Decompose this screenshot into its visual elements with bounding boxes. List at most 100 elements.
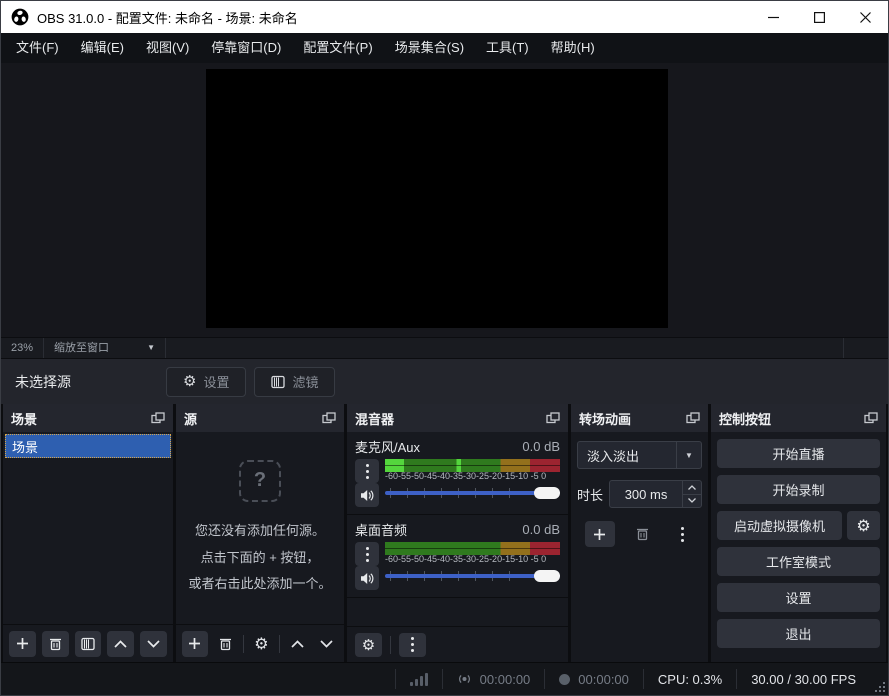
window-title: OBS 31.0.0 - 配置文件: 未命名 - 场景: 未命名 xyxy=(37,8,298,27)
sources-title: 源 xyxy=(184,409,197,428)
stream-health-section xyxy=(395,669,442,689)
divider xyxy=(279,635,280,653)
mixer-menu-button[interactable] xyxy=(399,633,426,657)
start-virtual-camera-button[interactable]: 启动虚拟摄像机 xyxy=(717,511,842,540)
filter-icon xyxy=(271,375,285,389)
stream-time-section: 00:00:00 xyxy=(442,669,545,689)
add-source-button[interactable] xyxy=(182,631,208,657)
preview-canvas[interactable] xyxy=(206,69,668,328)
fps-section: 30.00 / 30.00 FPS xyxy=(736,669,870,689)
kebab-icon xyxy=(681,527,684,542)
start-recording-button[interactable]: 开始录制 xyxy=(717,475,880,504)
sources-empty-text: 或者右击此处添加一个。 xyxy=(188,573,331,596)
gears-icon: ⚙ xyxy=(362,636,375,654)
sources-empty-state[interactable]: ? 您还没有添加任何源。 点击下面的 + 按钮， 或者右击此处添加一个。 xyxy=(176,432,344,624)
remove-scene-button[interactable] xyxy=(42,631,69,657)
source-filters-button[interactable]: 滤镜 xyxy=(254,367,335,397)
source-properties-button[interactable]: ⚙ xyxy=(250,631,273,657)
zoom-mode-label: 缩放至窗口 xyxy=(54,338,109,358)
duration-value: 300 ms xyxy=(610,487,682,502)
meter-scale: -60-55-50-45-40-35-30-25-20-15-10 -5 0 xyxy=(385,554,560,565)
channel-db: 0.0 dB xyxy=(522,522,560,537)
studio-mode-button[interactable]: 工作室模式 xyxy=(717,547,880,576)
scenes-title: 场景 xyxy=(11,409,37,428)
add-transition-button[interactable] xyxy=(585,521,615,547)
channel-menu-button[interactable] xyxy=(355,542,379,566)
chevron-up-icon xyxy=(688,485,696,490)
mixer-channel-mic: 麦克风/Aux 0.0 dB xyxy=(347,432,568,514)
maximize-button[interactable] xyxy=(796,1,842,33)
duration-input[interactable]: 300 ms xyxy=(609,480,702,508)
mixer-toolbar: ⚙ xyxy=(347,626,568,662)
remove-transition-button[interactable] xyxy=(631,521,655,547)
add-scene-button[interactable] xyxy=(9,631,36,657)
popout-icon[interactable] xyxy=(322,412,336,425)
gear-icon: ⚙ xyxy=(856,516,870,536)
chevron-down-icon xyxy=(688,498,696,503)
zoom-percent: 23% xyxy=(1,338,44,358)
menu-edit[interactable]: 编辑(E) xyxy=(70,33,135,63)
sources-empty-text: 您还没有添加任何源。 xyxy=(195,520,325,543)
scene-move-down-button[interactable] xyxy=(140,631,167,657)
obs-window: OBS 31.0.0 - 配置文件: 未命名 - 场景: 未命名 文件(F) 编… xyxy=(0,0,889,696)
menu-tools[interactable]: 工具(T) xyxy=(475,33,540,63)
gear-icon: ⚙ xyxy=(183,374,196,389)
source-properties-button[interactable]: ⚙ 设置 xyxy=(166,367,246,397)
question-mark-icon: ? xyxy=(239,460,281,502)
transition-select[interactable]: 淡入淡出 ▼ xyxy=(577,441,702,469)
channel-menu-button[interactable] xyxy=(355,459,379,483)
obs-logo-icon xyxy=(11,8,29,26)
virtual-camera-config-button[interactable]: ⚙ xyxy=(847,511,880,540)
source-move-up-button[interactable] xyxy=(286,631,309,657)
settings-button[interactable]: 设置 xyxy=(717,583,880,612)
popout-icon[interactable] xyxy=(546,412,560,425)
exit-button[interactable]: 退出 xyxy=(717,619,880,648)
trash-icon xyxy=(49,637,62,651)
menu-file[interactable]: 文件(F) xyxy=(5,33,70,63)
transitions-title: 转场动画 xyxy=(579,409,631,428)
source-filters-label: 滤镜 xyxy=(292,372,318,391)
trash-icon xyxy=(636,527,649,541)
zoom-track xyxy=(166,338,844,358)
minimize-button[interactable] xyxy=(750,1,796,33)
popout-icon[interactable] xyxy=(151,412,165,425)
spin-down-button[interactable] xyxy=(683,495,701,508)
trash-icon xyxy=(219,637,232,651)
mute-button[interactable] xyxy=(355,566,379,590)
channel-name: 麦克风/Aux xyxy=(355,437,420,456)
divider xyxy=(390,636,391,654)
advanced-audio-button[interactable]: ⚙ xyxy=(355,633,382,657)
mixer-title: 混音器 xyxy=(355,409,394,428)
scene-move-up-button[interactable] xyxy=(107,631,134,657)
zoom-mode-dropdown[interactable]: 缩放至窗口 ▼ xyxy=(44,338,166,358)
remove-source-button[interactable] xyxy=(214,631,237,657)
menu-profile[interactable]: 配置文件(P) xyxy=(292,33,383,63)
close-button[interactable] xyxy=(842,1,888,33)
spin-up-button[interactable] xyxy=(683,481,701,495)
volume-slider[interactable] xyxy=(385,485,560,501)
menu-docks[interactable]: 停靠窗口(D) xyxy=(200,33,292,63)
kebab-icon xyxy=(411,637,414,652)
scene-item[interactable]: 场景 xyxy=(5,434,171,458)
menu-view[interactable]: 视图(V) xyxy=(135,33,200,63)
transition-menu-button[interactable] xyxy=(671,521,695,547)
source-move-down-button[interactable] xyxy=(315,631,338,657)
popout-icon[interactable] xyxy=(686,412,700,425)
start-streaming-button[interactable]: 开始直播 xyxy=(717,439,880,468)
slider-thumb[interactable] xyxy=(534,570,560,582)
mixer-channel-desktop: 桌面音频 0.0 dB xyxy=(347,514,568,597)
scene-filters-button[interactable] xyxy=(75,631,102,657)
mute-button[interactable] xyxy=(355,483,379,507)
kebab-icon xyxy=(366,464,369,479)
menu-scene-collection[interactable]: 场景集合(S) xyxy=(384,33,475,63)
resize-grip[interactable] xyxy=(875,682,885,692)
record-time-section: 00:00:00 xyxy=(544,669,643,689)
signal-bars-icon xyxy=(410,672,428,686)
slider-thumb[interactable] xyxy=(534,487,560,499)
source-properties-label: 设置 xyxy=(203,372,229,391)
volume-slider[interactable] xyxy=(385,568,560,584)
popout-icon[interactable] xyxy=(864,412,878,425)
fps-value: 30.00 / 30.00 FPS xyxy=(751,672,856,687)
menu-help[interactable]: 帮助(H) xyxy=(540,33,606,63)
speaker-icon xyxy=(360,572,374,585)
